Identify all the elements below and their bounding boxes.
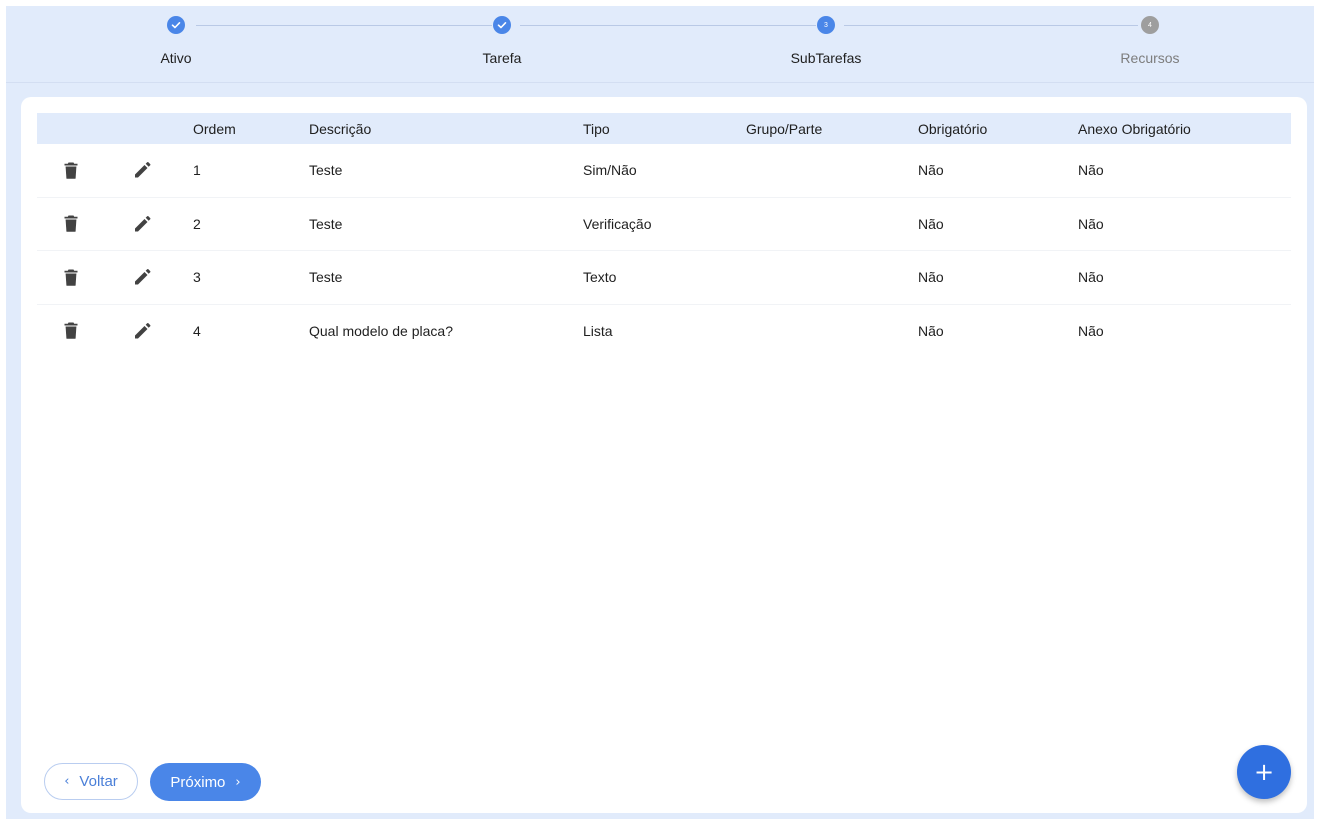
cell-descricao: Teste <box>309 269 343 286</box>
cell-obrigatorio: Não <box>918 322 944 339</box>
cell-anexo: Não <box>1078 322 1104 339</box>
cell-ordem: 3 <box>193 269 201 286</box>
cell-anexo: Não <box>1078 162 1104 179</box>
cell-obrigatorio: Não <box>918 215 944 232</box>
header-descricao: Descrição <box>309 120 372 137</box>
cell-descricao: Teste <box>309 162 343 179</box>
step-label: Ativo <box>160 50 192 66</box>
step-tarefa[interactable]: Tarefa <box>422 16 582 66</box>
chevron-right-icon: › <box>235 774 241 790</box>
table-header: Ordem Descrição Tipo Grupo/Parte Obrigat… <box>37 113 1291 144</box>
app-container: Ativo Tarefa 3 SubTarefas 4 Recursos Ord… <box>6 6 1314 819</box>
pencil-icon[interactable] <box>132 214 152 234</box>
step-label: Recursos <box>1120 50 1180 66</box>
add-subtask-button[interactable]: + <box>1237 745 1291 799</box>
cell-ordem: 4 <box>193 322 201 339</box>
pencil-icon[interactable] <box>132 160 152 180</box>
step-label: SubTarefas <box>790 50 862 66</box>
check-icon <box>493 16 511 34</box>
back-button-label: Voltar <box>79 773 118 790</box>
trash-icon[interactable] <box>61 214 81 234</box>
subtasks-table: Ordem Descrição Tipo Grupo/Parte Obrigat… <box>37 113 1291 357</box>
check-icon <box>167 16 185 34</box>
step-label: Tarefa <box>482 50 522 66</box>
header-ordem: Ordem <box>193 120 236 137</box>
cell-ordem: 1 <box>193 162 201 179</box>
cell-descricao: Teste <box>309 215 343 232</box>
header-obrigatorio: Obrigatório <box>918 120 988 137</box>
cell-obrigatorio: Não <box>918 162 944 179</box>
cell-obrigatorio: Não <box>918 269 944 286</box>
cell-anexo: Não <box>1078 269 1104 286</box>
step-number: 4 <box>1141 16 1159 34</box>
chevron-left-icon: ‹ <box>64 774 70 789</box>
trash-icon[interactable] <box>61 160 81 180</box>
next-button[interactable]: Próximo › <box>150 763 261 801</box>
table-row: 3 Teste Texto Não Não <box>37 251 1291 305</box>
step-subtarefas[interactable]: 3 SubTarefas <box>746 16 906 66</box>
pencil-icon[interactable] <box>132 321 152 341</box>
step-number: 3 <box>817 16 835 34</box>
back-button[interactable]: ‹ Voltar <box>44 763 138 800</box>
cell-anexo: Não <box>1078 215 1104 232</box>
step-recursos[interactable]: 4 Recursos <box>1070 16 1230 66</box>
cell-tipo: Lista <box>583 322 613 339</box>
header-anexo: Anexo Obrigatório <box>1078 120 1191 137</box>
table-row: 4 Qual modelo de placa? Lista Não Não <box>37 305 1291 358</box>
header-tipo: Tipo <box>583 120 610 137</box>
header-grupo: Grupo/Parte <box>746 120 823 137</box>
trash-icon[interactable] <box>61 321 81 341</box>
cell-descricao: Qual modelo de placa? <box>309 322 453 339</box>
cell-tipo: Sim/Não <box>583 162 637 179</box>
cell-tipo: Verificação <box>583 215 652 232</box>
cell-ordem: 2 <box>193 215 201 232</box>
trash-icon[interactable] <box>61 267 81 287</box>
pencil-icon[interactable] <box>132 267 152 287</box>
stepper: Ativo Tarefa 3 SubTarefas 4 Recursos <box>6 6 1314 83</box>
content-card: Ordem Descrição Tipo Grupo/Parte Obrigat… <box>21 97 1307 813</box>
table-row: 2 Teste Verificação Não Não <box>37 198 1291 251</box>
cell-tipo: Texto <box>583 269 617 286</box>
table-row: 1 Teste Sim/Não Não Não <box>37 144 1291 198</box>
next-button-label: Próximo <box>170 773 226 791</box>
step-ativo[interactable]: Ativo <box>96 16 256 66</box>
